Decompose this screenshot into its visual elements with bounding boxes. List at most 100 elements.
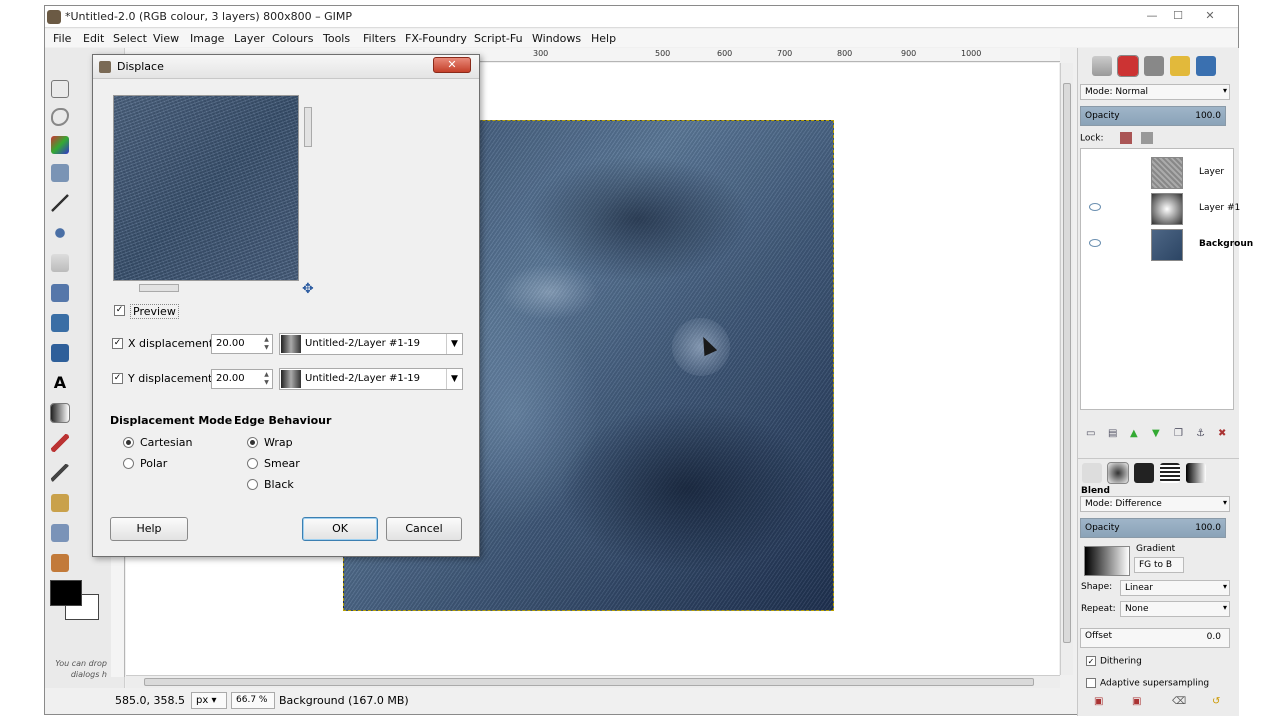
foreground-select-tool-icon[interactable] bbox=[51, 164, 69, 182]
cartesian-radio[interactable] bbox=[123, 437, 134, 448]
duplicate-layer-icon[interactable]: ❐ bbox=[1174, 428, 1183, 439]
cartesian-label[interactable]: Cartesian bbox=[140, 436, 193, 449]
x-displacement-spinner[interactable]: 20.00 ▲ ▼ bbox=[211, 334, 273, 354]
layer-opacity-slider[interactable]: Opacity 100.0 bbox=[1080, 106, 1226, 126]
anchor-layer-icon[interactable]: ⚓ bbox=[1196, 428, 1205, 439]
select-by-color-tool-icon[interactable] bbox=[51, 136, 69, 154]
zoom-select[interactable]: 66.7 % bbox=[231, 692, 275, 709]
scrollbar-thumb[interactable] bbox=[1063, 83, 1071, 643]
navigate-icon[interactable]: ✥ bbox=[302, 281, 314, 297]
menu-fx-foundry[interactable]: FX-Foundry bbox=[405, 32, 467, 45]
menu-filters[interactable]: Filters bbox=[363, 32, 396, 45]
layers-tab-icon[interactable] bbox=[1092, 56, 1112, 76]
pointer-tab-icon[interactable] bbox=[1196, 56, 1216, 76]
dithering-check[interactable]: ✓ bbox=[1086, 656, 1096, 666]
gradients-tab-icon[interactable] bbox=[1186, 463, 1206, 483]
new-group-icon[interactable]: ▤ bbox=[1108, 428, 1117, 439]
adaptive-supersampling-checkbox[interactable]: Adaptive supersampling bbox=[1086, 678, 1209, 689]
airbrush-tool-icon[interactable] bbox=[51, 464, 69, 482]
help-button[interactable]: Help bbox=[110, 517, 188, 541]
blend-tool-icon[interactable] bbox=[50, 403, 70, 423]
paths-tool-icon[interactable] bbox=[51, 194, 69, 212]
perspective-tool-icon[interactable] bbox=[51, 344, 69, 362]
adaptive-check[interactable] bbox=[1086, 678, 1096, 688]
offset-slider[interactable]: Offset 0.0 bbox=[1080, 628, 1230, 648]
preview-vertical-scrollbar[interactable] bbox=[303, 95, 313, 275]
lower-layer-icon[interactable]: ▼ bbox=[1152, 428, 1160, 439]
delete-options-icon[interactable]: ⌫ bbox=[1172, 696, 1186, 707]
tool-opacity-slider[interactable]: Opacity 100.0 bbox=[1080, 518, 1226, 538]
smear-label[interactable]: Smear bbox=[264, 457, 300, 470]
tool-options-tab-icon[interactable] bbox=[1107, 462, 1129, 484]
preview-label[interactable]: Preview bbox=[130, 304, 179, 319]
device-status-tab-icon[interactable] bbox=[1082, 463, 1102, 483]
gradient-select[interactable]: FG to B bbox=[1134, 557, 1184, 573]
x-displacement-checkbox[interactable]: ✓ bbox=[112, 338, 123, 349]
close-button[interactable]: ✕ bbox=[1197, 8, 1223, 24]
smudge-tool-icon[interactable] bbox=[51, 524, 69, 542]
polar-label[interactable]: Polar bbox=[140, 457, 167, 470]
lock-alpha-icon[interactable] bbox=[1141, 132, 1154, 144]
spinner-arrows-icon[interactable]: ▲ ▼ bbox=[262, 336, 271, 352]
paintbrush-tool-icon[interactable] bbox=[51, 434, 69, 452]
restore-options-icon[interactable]: ▣ bbox=[1132, 696, 1141, 707]
shape-select[interactable]: Linear ▾ bbox=[1120, 580, 1230, 596]
gradient-preview[interactable] bbox=[1084, 546, 1130, 576]
undo-tab-icon[interactable] bbox=[1170, 56, 1190, 76]
eye-icon[interactable] bbox=[1089, 203, 1101, 211]
menu-windows[interactable]: Windows bbox=[532, 32, 581, 45]
lock-pixels-icon[interactable] bbox=[1120, 132, 1133, 144]
canvas-vertical-scrollbar[interactable] bbox=[1060, 63, 1073, 675]
maximize-button[interactable]: ☐ bbox=[1165, 8, 1191, 24]
black-radio[interactable] bbox=[247, 479, 258, 490]
scrollbar-thumb[interactable] bbox=[144, 678, 1034, 686]
dithering-checkbox[interactable]: ✓ Dithering bbox=[1086, 656, 1142, 667]
smear-radio[interactable] bbox=[247, 458, 258, 469]
y-displacement-map-select[interactable]: Untitled-2/Layer #1-19 ▼ bbox=[279, 368, 463, 390]
blend-mode-select[interactable]: Mode: Difference ▾ bbox=[1080, 496, 1230, 512]
eye-icon[interactable] bbox=[1089, 239, 1101, 247]
patterns-tab-icon[interactable] bbox=[1160, 463, 1180, 483]
layer-row[interactable]: Backgroun bbox=[1081, 227, 1253, 263]
menu-view[interactable]: View bbox=[153, 32, 179, 45]
menu-image[interactable]: Image bbox=[190, 32, 224, 45]
menu-script-fu[interactable]: Script-Fu bbox=[474, 32, 523, 45]
text-tool-icon[interactable]: A bbox=[51, 374, 69, 392]
color-picker-tool-icon[interactable] bbox=[51, 224, 69, 242]
ok-button[interactable]: OK bbox=[302, 517, 378, 541]
free-select-tool-icon[interactable] bbox=[51, 108, 69, 126]
reset-options-icon[interactable]: ↺ bbox=[1212, 696, 1220, 707]
dialog-close-button[interactable]: ✕ bbox=[433, 57, 471, 73]
menu-tools[interactable]: Tools bbox=[323, 32, 350, 45]
preview-checkbox[interactable]: ✓ bbox=[114, 305, 125, 316]
brushes-tab-icon[interactable] bbox=[1134, 463, 1154, 483]
minimize-button[interactable]: — bbox=[1139, 8, 1165, 24]
menu-layer[interactable]: Layer bbox=[234, 32, 265, 45]
scrollbar-thumb[interactable] bbox=[304, 107, 312, 147]
menu-help[interactable]: Help bbox=[591, 32, 616, 45]
cancel-button[interactable]: Cancel bbox=[386, 517, 462, 541]
wrap-radio[interactable] bbox=[247, 437, 258, 448]
rect-select-tool-icon[interactable] bbox=[51, 80, 69, 98]
foreground-color-swatch-top[interactable] bbox=[50, 580, 82, 606]
unit-select[interactable]: px ▾ bbox=[191, 692, 227, 709]
scrollbar-thumb[interactable] bbox=[139, 284, 179, 292]
dodge-burn-tool-icon[interactable] bbox=[51, 554, 69, 572]
black-label[interactable]: Black bbox=[264, 478, 294, 491]
channels-tab-icon[interactable] bbox=[1117, 55, 1139, 77]
menu-file[interactable]: File bbox=[53, 32, 71, 45]
delete-layer-icon[interactable]: ✖ bbox=[1218, 428, 1226, 439]
clone-tool-icon[interactable] bbox=[51, 494, 69, 512]
rotate-tool-icon[interactable] bbox=[51, 314, 69, 332]
canvas-horizontal-scrollbar[interactable] bbox=[126, 675, 1060, 688]
y-displacement-checkbox[interactable]: ✓ bbox=[112, 373, 123, 384]
preview-area[interactable] bbox=[113, 95, 299, 281]
spinner-arrows-icon[interactable]: ▲ ▼ bbox=[262, 371, 271, 387]
menu-edit[interactable]: Edit bbox=[83, 32, 104, 45]
paths-tab-icon[interactable] bbox=[1144, 56, 1164, 76]
layer-row[interactable]: Layer bbox=[1081, 155, 1235, 191]
menu-select[interactable]: Select bbox=[113, 32, 147, 45]
polar-radio[interactable] bbox=[123, 458, 134, 469]
new-layer-icon[interactable]: ▭ bbox=[1086, 428, 1095, 439]
preview-horizontal-scrollbar[interactable] bbox=[113, 283, 299, 293]
